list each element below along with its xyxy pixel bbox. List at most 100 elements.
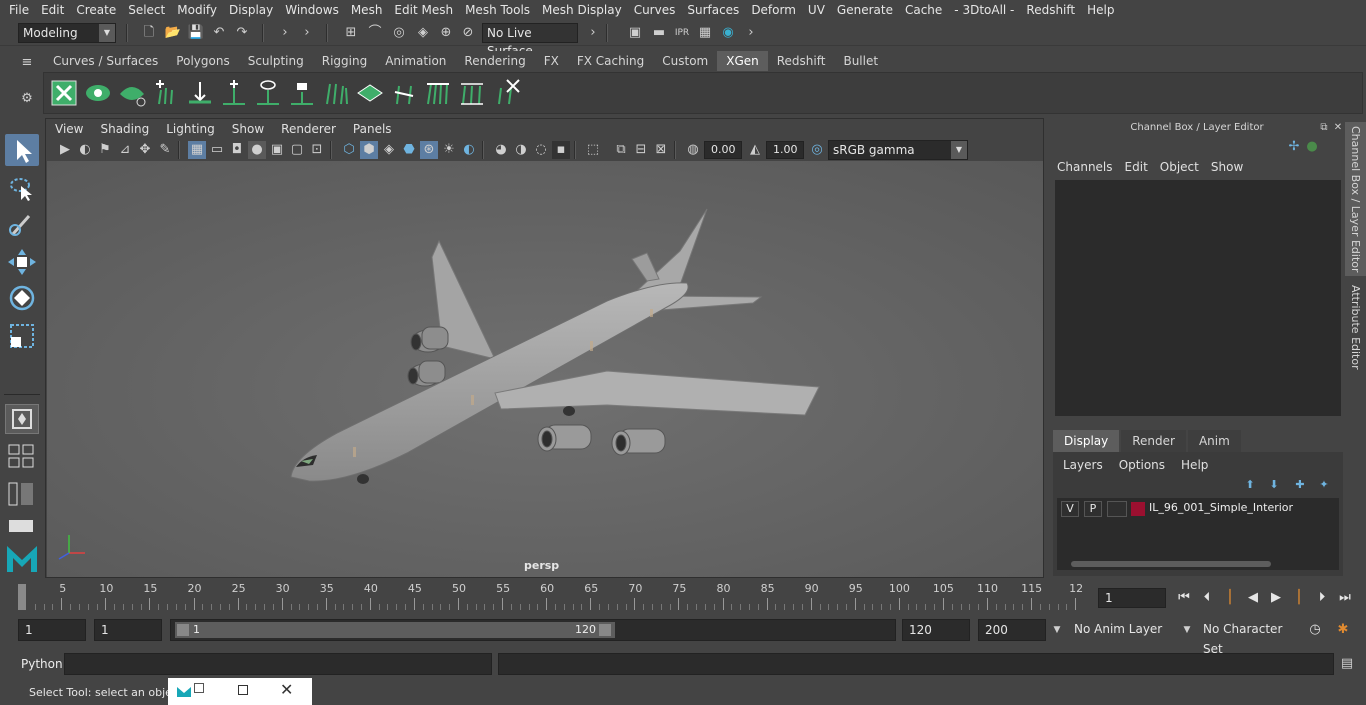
motion-blur-icon[interactable]: ◕: [492, 141, 510, 159]
current-time-marker[interactable]: [18, 584, 26, 610]
snap-curve-icon[interactable]: ⌒: [366, 24, 384, 42]
move-layer-up-icon[interactable]: ⬆: [1241, 476, 1259, 494]
hud-icon[interactable]: ⊠: [652, 141, 670, 159]
camera-icon[interactable]: ▶: [56, 141, 74, 159]
menu-cache[interactable]: Cache: [899, 3, 948, 17]
tab-bullet[interactable]: Bullet: [834, 51, 888, 71]
playback-start-field[interactable]: 1: [94, 619, 162, 641]
chevron-down-icon[interactable]: ▼: [1178, 621, 1196, 639]
select-tool[interactable]: [5, 134, 39, 166]
menu-mesh-display[interactable]: Mesh Display: [536, 3, 628, 17]
layer-row[interactable]: V P IL_96_001_Simple_Interior: [1057, 498, 1339, 520]
expand-arrow-icon[interactable]: ›: [298, 24, 316, 42]
end-time-field[interactable]: 200: [978, 619, 1046, 641]
anim-layer-selector[interactable]: No Anim Layer: [1068, 619, 1172, 641]
play-forward-icon[interactable]: ▶: [1266, 588, 1286, 608]
render-view-icon[interactable]: ▦: [696, 24, 714, 42]
camera-attributes-icon[interactable]: ◐: [76, 141, 94, 159]
quick-layout-single[interactable]: [5, 404, 39, 434]
exposure-icon[interactable]: ◍: [684, 141, 702, 159]
menu-deform[interactable]: Deform: [745, 3, 802, 17]
wireframe-shaded-icon[interactable]: ◈: [380, 141, 398, 159]
go-to-end-icon[interactable]: ⏭: [1335, 588, 1355, 608]
menu-create[interactable]: Create: [70, 3, 122, 17]
smooth-shade-icon[interactable]: ⬢: [360, 141, 378, 159]
xgen-editor-icon[interactable]: [49, 78, 79, 108]
exposure-field[interactable]: 0.00: [704, 141, 742, 159]
tab-xgen[interactable]: XGen: [717, 51, 768, 71]
field-chart-icon[interactable]: ▣: [268, 141, 286, 159]
3d-viewport[interactable]: [47, 161, 1043, 577]
move-tool[interactable]: [5, 246, 39, 278]
live-surface-field[interactable]: No Live Surface: [482, 23, 578, 58]
xgen-grid-icon[interactable]: [355, 78, 385, 108]
auto-key-icon[interactable]: ◷: [1306, 621, 1324, 639]
ipr-render-icon[interactable]: IPR: [673, 24, 691, 42]
tab-rendering[interactable]: Rendering: [455, 51, 535, 71]
backface-icon[interactable]: ⊟: [632, 141, 650, 159]
xgen-comb-icon[interactable]: [423, 78, 453, 108]
xgen-lock-icon[interactable]: [287, 78, 317, 108]
xray-joints-icon[interactable]: ⧉: [612, 141, 630, 159]
range-handle-right[interactable]: [599, 624, 611, 636]
character-set-selector[interactable]: No Character Set: [1197, 619, 1301, 656]
new-layer-icon[interactable]: ✚: [1291, 476, 1309, 494]
grid-icon[interactable]: ▦: [188, 141, 206, 159]
xgen-leaf-icon[interactable]: [117, 78, 147, 108]
xgen-guides-icon[interactable]: [321, 78, 351, 108]
shelf-gear-icon[interactable]: ⚙: [18, 90, 36, 108]
maya-taskbar-icon[interactable]: [176, 684, 192, 698]
vp-menu-show[interactable]: Show: [223, 122, 272, 136]
quick-layout-four[interactable]: [5, 442, 39, 472]
vp-menu-panels[interactable]: Panels: [344, 122, 400, 136]
gamma-field[interactable]: 1.00: [766, 141, 804, 159]
shadows-icon[interactable]: ☀: [440, 141, 458, 159]
tab-attribute-editor[interactable]: Attribute Editor: [1345, 284, 1366, 370]
tab-display[interactable]: Display: [1053, 430, 1120, 452]
image-plane-icon[interactable]: ⊿: [116, 141, 134, 159]
tab-anim[interactable]: Anim: [1187, 430, 1241, 452]
tab-polygons[interactable]: Polygons: [167, 51, 239, 71]
antialias-icon[interactable]: ◑: [512, 141, 530, 159]
tab-curves-surfaces[interactable]: Curves / Surfaces: [44, 51, 168, 71]
expand-arrow-icon[interactable]: ›: [742, 24, 760, 42]
animation-prefs-icon[interactable]: ✱: [1334, 621, 1352, 639]
dof-icon[interactable]: ◌: [532, 141, 550, 159]
new-scene-icon[interactable]: 🗋: [140, 24, 158, 42]
textured-icon[interactable]: ⬣: [400, 141, 418, 159]
grease-pencil-icon[interactable]: ✎: [156, 141, 174, 159]
tab-redshift[interactable]: Redshift: [767, 51, 835, 71]
layer-scrollbar[interactable]: [1061, 560, 1335, 568]
expand-arrow-icon[interactable]: ›: [584, 24, 602, 42]
script-editor-icon[interactable]: ▤: [1338, 655, 1356, 673]
layer-name[interactable]: IL_96_001_Simple_Interior: [1149, 501, 1293, 514]
undo-icon[interactable]: ↶: [210, 24, 228, 42]
snap-point-icon[interactable]: ◎: [390, 24, 408, 42]
lasso-tool[interactable]: [5, 172, 39, 204]
wireframe-icon[interactable]: ⬡: [340, 141, 358, 159]
menu-display[interactable]: Display: [223, 3, 279, 17]
playback-end-field[interactable]: 120: [902, 619, 970, 641]
tab-fx-caching[interactable]: FX Caching: [567, 51, 654, 71]
cb-menu-edit[interactable]: Edit: [1125, 160, 1160, 174]
le-menu-help[interactable]: Help: [1181, 458, 1224, 472]
xgen-add-guide-icon[interactable]: [151, 78, 181, 108]
step-forward-key-icon[interactable]: ⎮: [1289, 588, 1309, 608]
paint-select-tool[interactable]: [5, 208, 39, 240]
range-handle-left[interactable]: [177, 624, 189, 636]
menu-surfaces[interactable]: Surfaces: [681, 3, 745, 17]
layer-visibility-toggle[interactable]: V: [1061, 501, 1079, 517]
vp-menu-renderer[interactable]: Renderer: [272, 122, 344, 136]
tab-render[interactable]: Render: [1121, 430, 1186, 452]
new-layer-selected-icon[interactable]: ✦: [1315, 476, 1333, 494]
render-frame-icon[interactable]: ▬: [650, 24, 668, 42]
chevron-down-icon[interactable]: ▼: [1048, 621, 1066, 639]
range-slider[interactable]: 1 120: [170, 619, 896, 641]
lights-icon[interactable]: ⊛: [420, 141, 438, 159]
xgen-add-icon[interactable]: [219, 78, 249, 108]
tab-channel-box[interactable]: Channel Box / Layer Editor: [1345, 122, 1366, 276]
menu-curves[interactable]: Curves: [628, 3, 682, 17]
xgen-cut-icon[interactable]: [457, 78, 487, 108]
step-back-icon[interactable]: ⏴: [1197, 588, 1217, 608]
snap-grid-icon[interactable]: ⊞: [342, 24, 360, 42]
